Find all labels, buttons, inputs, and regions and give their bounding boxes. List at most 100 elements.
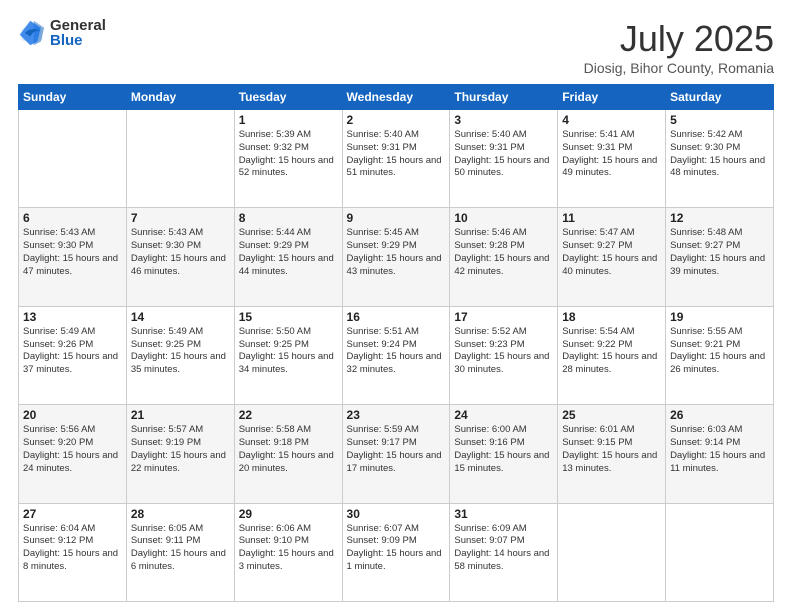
calendar-cell — [126, 110, 234, 208]
day-info: Sunrise: 6:05 AM Sunset: 9:11 PM Dayligh… — [131, 523, 230, 574]
day-info: Sunrise: 5:44 AM Sunset: 9:29 PM Dayligh… — [239, 227, 338, 278]
day-info: Sunrise: 5:46 AM Sunset: 9:28 PM Dayligh… — [454, 227, 553, 278]
weekday-header-thursday: Thursday — [450, 85, 558, 110]
day-number: 21 — [131, 408, 230, 422]
day-info: Sunrise: 5:58 AM Sunset: 9:18 PM Dayligh… — [239, 424, 338, 475]
day-number: 9 — [347, 211, 446, 225]
logo: General Blue — [18, 18, 106, 48]
day-info: Sunrise: 6:04 AM Sunset: 9:12 PM Dayligh… — [23, 523, 122, 574]
day-info: Sunrise: 5:43 AM Sunset: 9:30 PM Dayligh… — [131, 227, 230, 278]
day-number: 17 — [454, 310, 553, 324]
location-subtitle: Diosig, Bihor County, Romania — [584, 60, 774, 76]
calendar-cell: 2Sunrise: 5:40 AM Sunset: 9:31 PM Daylig… — [342, 110, 450, 208]
day-info: Sunrise: 5:43 AM Sunset: 9:30 PM Dayligh… — [23, 227, 122, 278]
day-info: Sunrise: 5:42 AM Sunset: 9:30 PM Dayligh… — [670, 129, 769, 180]
calendar-cell: 17 Sunrise: 5:52 AM Sunset: 9:23 PM Dayli… — [450, 306, 558, 404]
day-info: Sunrise: 5:47 AM Sunset: 9:27 PM Dayligh… — [562, 227, 661, 278]
calendar-cell: 7 Sunrise: 5:43 AM Sunset: 9:30 PM Daylig… — [126, 208, 234, 306]
day-info: Sunrise: 6:00 AM Sunset: 9:16 PM Dayligh… — [454, 424, 553, 475]
weekday-header-friday: Friday — [558, 85, 666, 110]
day-number: 7 — [131, 211, 230, 225]
logo-text: General Blue — [50, 18, 106, 48]
day-info: Sunrise: 5:50 AM Sunset: 9:25 PM Dayligh… — [239, 326, 338, 377]
day-info: Sunrise: 5:54 AM Sunset: 9:22 PM Dayligh… — [562, 326, 661, 377]
calendar-cell: 5 Sunrise: 5:42 AM Sunset: 9:30 PM Daylig… — [666, 110, 774, 208]
calendar-week-1: 1 Sunrise: 5:39 AM Sunset: 9:32 PM Daylig… — [19, 110, 774, 208]
day-number: 18 — [562, 310, 661, 324]
day-info: Sunrise: 5:49 AM Sunset: 9:26 PM Dayligh… — [23, 326, 122, 377]
day-info: Sunrise: 6:01 AM Sunset: 9:15 PM Dayligh… — [562, 424, 661, 475]
day-number: 30 — [347, 507, 446, 521]
day-number: 24 — [454, 408, 553, 422]
day-number: 5 — [670, 113, 769, 127]
day-info: Sunrise: 6:09 AM Sunset: 9:07 PM Dayligh… — [454, 523, 553, 574]
weekday-header-tuesday: Tuesday — [234, 85, 342, 110]
logo-general: General — [50, 18, 106, 33]
day-number: 23 — [347, 408, 446, 422]
calendar-cell: 16 Sunrise: 5:51 AM Sunset: 9:24 PM Dayli… — [342, 306, 450, 404]
day-number: 20 — [23, 408, 122, 422]
calendar-cell: 15 Sunrise: 5:50 AM Sunset: 9:25 PM Dayli… — [234, 306, 342, 404]
calendar-cell: 18 Sunrise: 5:54 AM Sunset: 9:22 PM Dayli… — [558, 306, 666, 404]
calendar-cell: 6 Sunrise: 5:43 AM Sunset: 9:30 PM Daylig… — [19, 208, 127, 306]
day-number: 26 — [670, 408, 769, 422]
calendar-week-5: 27Sunrise: 6:04 AM Sunset: 9:12 PM Dayli… — [19, 503, 774, 601]
logo-icon — [18, 19, 46, 47]
calendar-cell: 21 Sunrise: 5:57 AM Sunset: 9:19 PM Dayli… — [126, 405, 234, 503]
day-number: 12 — [670, 211, 769, 225]
day-number: 10 — [454, 211, 553, 225]
title-section: July 2025 Diosig, Bihor County, Romania — [584, 18, 774, 76]
calendar-cell: 20 Sunrise: 5:56 AM Sunset: 9:20 PM Dayli… — [19, 405, 127, 503]
day-number: 6 — [23, 211, 122, 225]
day-info: Sunrise: 5:40 AM Sunset: 9:31 PM Dayligh… — [454, 129, 553, 180]
calendar-cell: 13 Sunrise: 5:49 AM Sunset: 9:26 PM Dayli… — [19, 306, 127, 404]
month-title: July 2025 — [584, 18, 774, 60]
day-number: 3 — [454, 113, 553, 127]
weekday-header-saturday: Saturday — [666, 85, 774, 110]
calendar-cell: 3 Sunrise: 5:40 AM Sunset: 9:31 PM Daylig… — [450, 110, 558, 208]
day-info: Sunrise: 5:41 AM Sunset: 9:31 PM Dayligh… — [562, 129, 661, 180]
day-number: 11 — [562, 211, 661, 225]
calendar-cell: 12 Sunrise: 5:48 AM Sunset: 9:27 PM Dayli… — [666, 208, 774, 306]
calendar-cell — [558, 503, 666, 601]
day-number: 8 — [239, 211, 338, 225]
calendar-table: SundayMondayTuesdayWednesdayThursdayFrid… — [18, 84, 774, 602]
calendar-cell: 10 Sunrise: 5:46 AM Sunset: 9:28 PM Dayli… — [450, 208, 558, 306]
calendar-cell: 28Sunrise: 6:05 AM Sunset: 9:11 PM Dayli… — [126, 503, 234, 601]
day-info: Sunrise: 5:55 AM Sunset: 9:21 PM Dayligh… — [670, 326, 769, 377]
day-info: Sunrise: 5:51 AM Sunset: 9:24 PM Dayligh… — [347, 326, 446, 377]
calendar-cell: 8 Sunrise: 5:44 AM Sunset: 9:29 PM Daylig… — [234, 208, 342, 306]
day-number: 16 — [347, 310, 446, 324]
weekday-header-monday: Monday — [126, 85, 234, 110]
day-number: 25 — [562, 408, 661, 422]
calendar-cell: 30Sunrise: 6:07 AM Sunset: 9:09 PM Dayli… — [342, 503, 450, 601]
calendar-cell — [19, 110, 127, 208]
day-info: Sunrise: 5:39 AM Sunset: 9:32 PM Dayligh… — [239, 129, 338, 180]
page: General Blue July 2025 Diosig, Bihor Cou… — [0, 0, 792, 612]
calendar-cell: 25 Sunrise: 6:01 AM Sunset: 9:15 PM Dayli… — [558, 405, 666, 503]
day-info: Sunrise: 5:52 AM Sunset: 9:23 PM Dayligh… — [454, 326, 553, 377]
day-info: Sunrise: 5:57 AM Sunset: 9:19 PM Dayligh… — [131, 424, 230, 475]
day-info: Sunrise: 5:56 AM Sunset: 9:20 PM Dayligh… — [23, 424, 122, 475]
day-info: Sunrise: 6:06 AM Sunset: 9:10 PM Dayligh… — [239, 523, 338, 574]
calendar-cell: 1 Sunrise: 5:39 AM Sunset: 9:32 PM Daylig… — [234, 110, 342, 208]
day-number: 22 — [239, 408, 338, 422]
day-number: 15 — [239, 310, 338, 324]
calendar-cell: 26 Sunrise: 6:03 AM Sunset: 9:14 PM Dayli… — [666, 405, 774, 503]
header: General Blue July 2025 Diosig, Bihor Cou… — [18, 18, 774, 76]
calendar-cell: 9Sunrise: 5:45 AM Sunset: 9:29 PM Daylig… — [342, 208, 450, 306]
calendar-cell: 27Sunrise: 6:04 AM Sunset: 9:12 PM Dayli… — [19, 503, 127, 601]
day-info: Sunrise: 5:40 AM Sunset: 9:31 PM Dayligh… — [347, 129, 446, 180]
day-number: 4 — [562, 113, 661, 127]
day-number: 29 — [239, 507, 338, 521]
day-number: 1 — [239, 113, 338, 127]
day-info: Sunrise: 5:48 AM Sunset: 9:27 PM Dayligh… — [670, 227, 769, 278]
calendar-body: 1 Sunrise: 5:39 AM Sunset: 9:32 PM Daylig… — [19, 110, 774, 602]
calendar-cell: 29 Sunrise: 6:06 AM Sunset: 9:10 PM Dayli… — [234, 503, 342, 601]
day-number: 13 — [23, 310, 122, 324]
calendar-week-4: 20 Sunrise: 5:56 AM Sunset: 9:20 PM Dayli… — [19, 405, 774, 503]
calendar-week-2: 6 Sunrise: 5:43 AM Sunset: 9:30 PM Daylig… — [19, 208, 774, 306]
day-number: 19 — [670, 310, 769, 324]
day-info: Sunrise: 6:03 AM Sunset: 9:14 PM Dayligh… — [670, 424, 769, 475]
logo-blue: Blue — [50, 33, 106, 48]
